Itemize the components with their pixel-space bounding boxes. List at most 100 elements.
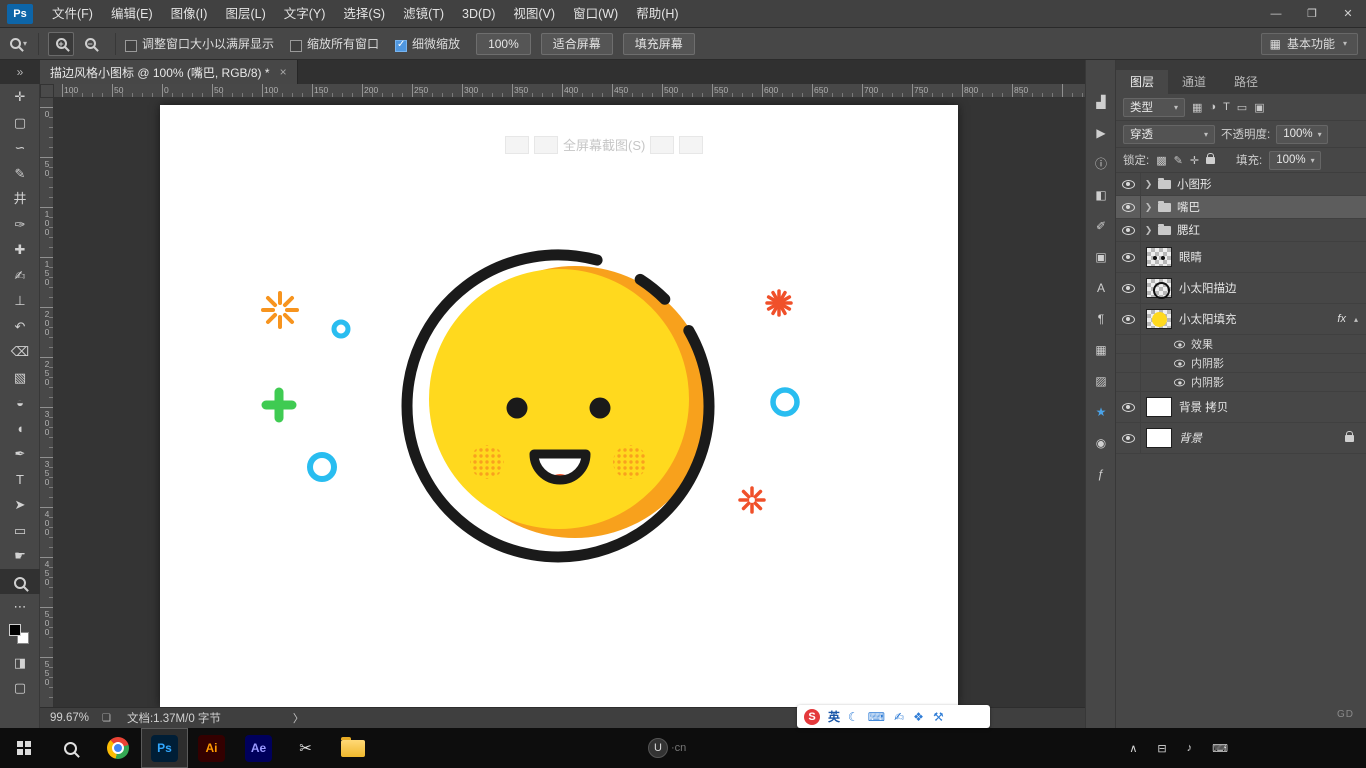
effects-row[interactable]: 效果 [1116, 335, 1366, 354]
zoom-all-checkbox[interactable] [290, 40, 302, 52]
fx-collapse-icon[interactable]: ▴ [1354, 315, 1358, 324]
sogou-logo[interactable]: S [804, 709, 820, 725]
swatches-icon[interactable]: ▦ [1086, 334, 1116, 365]
tab-close-icon[interactable]: × [280, 65, 287, 79]
screen-mode-button[interactable]: ▢ [0, 675, 40, 701]
quick-selection-tool[interactable]: ✎ [0, 161, 40, 187]
crop-tool[interactable]: 井 [0, 186, 40, 212]
volume-icon[interactable]: ♪ [1187, 742, 1193, 754]
horizontal-ruler[interactable]: 1005005010015020025030035040045050055060… [54, 84, 1085, 98]
layer-row-group[interactable]: ❯ 腮红 [1116, 219, 1366, 242]
layer-row[interactable]: 背景 拷贝 [1116, 392, 1366, 423]
layer-name[interactable]: 小太阳描边 [1179, 280, 1237, 296]
fill-dropdown[interactable]: 100% ▾ [1269, 151, 1321, 170]
tab-channels[interactable]: 通道 [1168, 70, 1220, 94]
expand-panels-icon[interactable]: » [0, 60, 40, 84]
layer-thumbnail[interactable] [1146, 278, 1172, 298]
tab-paths[interactable]: 路径 [1220, 70, 1272, 94]
layer-row-background[interactable]: 背景 [1116, 423, 1366, 454]
night-mode-icon[interactable]: ☾ [848, 710, 859, 724]
clone-stamp-tool[interactable]: ⊥ [0, 288, 40, 314]
opacity-dropdown[interactable]: 100% ▾ [1276, 125, 1328, 144]
ime-toolbar[interactable]: S 英 ☾ ⌨ ✍ ❖ ⚒ [797, 705, 990, 728]
keyboard-icon[interactable]: ⌨ [868, 710, 885, 724]
start-button[interactable] [0, 728, 47, 768]
eyedropper-tool[interactable]: ✑ [0, 212, 40, 238]
menu-help[interactable]: 帮助(H) [627, 0, 687, 28]
navigator-icon[interactable]: ▶ [1086, 117, 1116, 148]
gradient-tool[interactable]: ▧ [0, 365, 40, 391]
lock-pixels-icon[interactable]: ✎ [1174, 154, 1183, 167]
resize-windows-checkbox[interactable] [125, 40, 137, 52]
visibility-toggle[interactable] [1116, 273, 1141, 303]
layer-row[interactable]: 眼睛 [1116, 242, 1366, 273]
effect-row[interactable]: 内阴影 [1116, 373, 1366, 392]
vertical-ruler[interactable]: 050100150200250300350400450500550 [40, 98, 54, 707]
layer-thumbnail[interactable] [1146, 397, 1172, 417]
taskbar-search-button[interactable] [47, 728, 94, 768]
lock-all-icon[interactable] [1206, 157, 1215, 164]
taskbar-explorer-button[interactable] [329, 728, 376, 768]
workspace-switcher[interactable]: ▦ 基本功能 ▾ [1261, 33, 1358, 55]
menu-image[interactable]: 图像(I) [162, 0, 217, 28]
history-brush-tool[interactable]: ↶ [0, 314, 40, 340]
shape-tool[interactable]: ▭ [0, 518, 40, 544]
visibility-toggle[interactable] [1116, 304, 1141, 334]
layer-name[interactable]: 嘴巴 [1177, 199, 1200, 215]
layer-filter-dropdown[interactable]: 类型 ▾ [1123, 98, 1185, 117]
character-icon[interactable]: A [1086, 272, 1116, 303]
fit-screen-button[interactable]: 适合屏幕 [541, 33, 613, 55]
layer-row[interactable]: 小太阳描边 [1116, 273, 1366, 304]
clone-source-icon[interactable]: ▣ [1086, 241, 1116, 272]
skin-icon[interactable]: ❖ [913, 710, 924, 724]
tab-layers[interactable]: 图层 [1116, 70, 1168, 94]
menu-select[interactable]: 选择(S) [334, 0, 394, 28]
status-menu-chevron-icon[interactable]: 〉 [293, 710, 304, 726]
menu-3d[interactable]: 3D(D) [453, 0, 504, 28]
healing-brush-tool[interactable]: ✚ [0, 237, 40, 263]
lasso-tool[interactable]: ∽ [0, 135, 40, 161]
layer-name[interactable]: 背景 [1179, 430, 1202, 446]
filter-pixel-icon[interactable]: ▦ [1192, 101, 1202, 114]
visibility-toggle[interactable] [1116, 392, 1141, 422]
ime-language-indicator[interactable]: 英 [828, 708, 840, 725]
layer-name[interactable]: 小太阳填充 [1179, 311, 1237, 327]
toolbox-icon[interactable]: ⚒ [933, 710, 944, 724]
taskbar-browser-button[interactable] [94, 728, 141, 768]
menu-type[interactable]: 文字(Y) [275, 0, 335, 28]
filter-shape-icon[interactable]: ▭ [1237, 101, 1247, 114]
edit-toolbar-button[interactable]: ⋯ [0, 594, 40, 620]
marquee-tool[interactable]: ▢ [0, 110, 40, 136]
hand-tool[interactable]: ☛ [0, 543, 40, 569]
tool-preset-caret-icon[interactable]: ▾ [23, 39, 27, 48]
taskbar-aftereffects-button[interactable]: Ae [235, 728, 282, 768]
visibility-toggle[interactable] [1116, 219, 1141, 241]
layer-name[interactable]: 眼睛 [1179, 249, 1202, 265]
document-tab[interactable]: 描边风格小图标 @ 100% (嘴巴, RGB/8) * × [40, 60, 298, 84]
brush-settings-icon[interactable]: ✐ [1086, 210, 1116, 241]
histogram-icon[interactable]: ▟ [1086, 86, 1116, 117]
dodge-tool[interactable]: ◖ [0, 416, 40, 442]
libraries-icon[interactable]: ★ [1086, 396, 1116, 427]
restore-button[interactable]: ❐ [1294, 0, 1330, 28]
visibility-toggle[interactable] [1116, 173, 1141, 195]
move-tool[interactable]: ✛ [0, 84, 40, 110]
layer-name[interactable]: 小图形 [1177, 176, 1212, 192]
visibility-toggle[interactable] [1116, 423, 1141, 453]
paragraph-icon[interactable]: ¶ [1086, 303, 1116, 334]
zoom-out-button[interactable]: − [77, 32, 103, 56]
filter-adjustment-icon[interactable]: ◑ [1209, 101, 1216, 113]
quick-mask-button[interactable]: ◨ [0, 650, 40, 676]
handwriting-icon[interactable]: ✍ [894, 710, 904, 724]
status-scrubber-icon[interactable]: ❏ [102, 713, 111, 724]
patterns-icon[interactable]: ▨ [1086, 365, 1116, 396]
layer-name[interactable]: 腮红 [1177, 222, 1200, 238]
eye-icon[interactable] [1174, 340, 1185, 348]
effect-name[interactable]: 效果 [1191, 336, 1213, 352]
effect-row[interactable]: 内阴影 [1116, 354, 1366, 373]
color-swatches[interactable] [0, 620, 40, 650]
canvas[interactable]: 全屏幕截图(S) [160, 105, 958, 707]
brush-tool[interactable]: ✍ [0, 263, 40, 289]
menu-window[interactable]: 窗口(W) [564, 0, 627, 28]
type-tool[interactable]: T [0, 467, 40, 493]
